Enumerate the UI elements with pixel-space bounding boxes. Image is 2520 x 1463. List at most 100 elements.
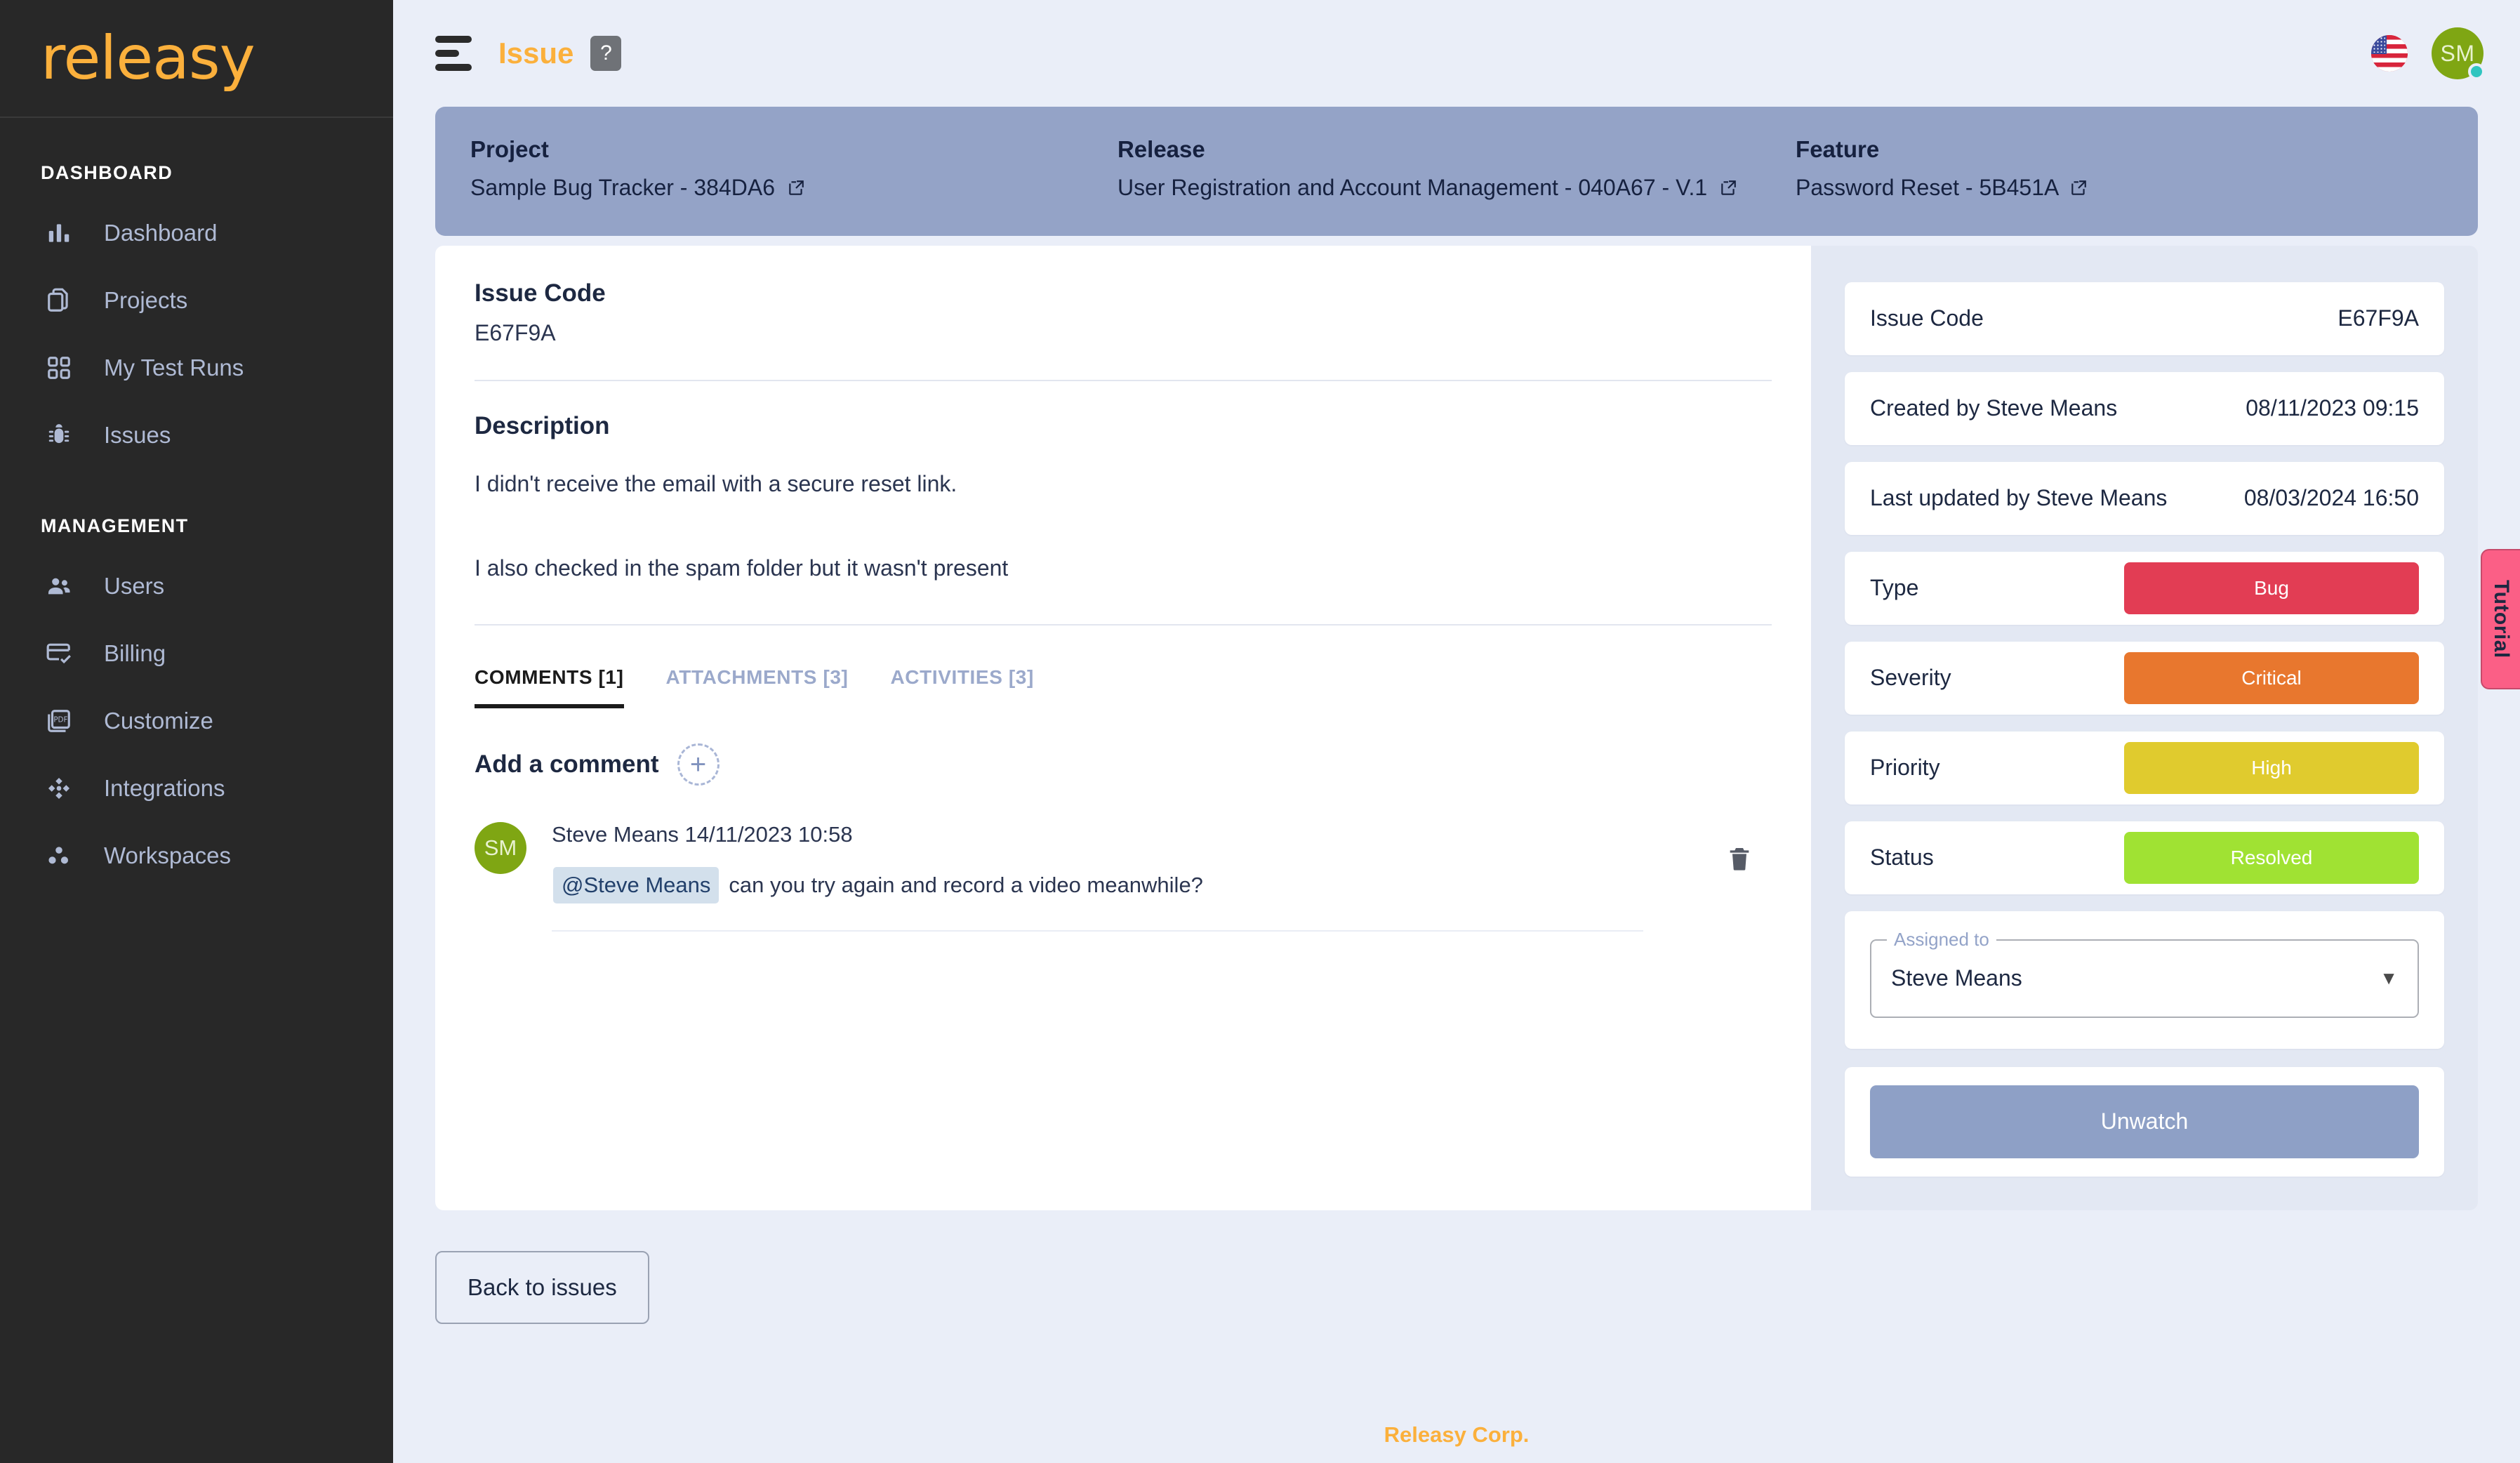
- workspaces-icon: [44, 840, 74, 871]
- chevron-down-icon[interactable]: ▼: [2380, 967, 2398, 989]
- add-comment-label: Add a comment: [475, 750, 659, 778]
- sidebar-item-issues[interactable]: Issues: [0, 402, 393, 469]
- sidebar-item-label: Workspaces: [104, 842, 231, 868]
- flag-canton: [2371, 35, 2387, 54]
- meta-value: 08/03/2024 16:50: [2243, 485, 2419, 511]
- severity-badge[interactable]: Critical: [2124, 651, 2419, 704]
- integrations-icon: [44, 773, 74, 804]
- breadcrumb-release-text: User Registration and Account Management…: [1117, 175, 1708, 200]
- breadcrumb-project: Project Sample Bug Tracker - 384DA6: [470, 136, 1118, 204]
- sidebar-item-projects[interactable]: Projects: [0, 267, 393, 334]
- comment-item: SM Steve Means 14/11/2023 10:58 @Steve M…: [475, 821, 1772, 932]
- sidebar-nav-management: Users Billing PDF Customize Integrations: [0, 552, 393, 889]
- brand-logo[interactable]: releasy: [0, 0, 393, 118]
- priority-badge[interactable]: High: [2124, 741, 2419, 794]
- sidebar: releasy DASHBOARD Dashboard Projects My …: [0, 0, 393, 1463]
- tab-activities[interactable]: ACTIVITIES [3]: [890, 666, 1033, 708]
- breadcrumb-release-value: User Registration and Account Management…: [1118, 173, 1768, 204]
- issue-tabs: COMMENTS [1] ATTACHMENTS [3] ACTIVITIES …: [475, 666, 1772, 708]
- breadcrumb: Project Sample Bug Tracker - 384DA6 Rele…: [435, 107, 2478, 236]
- meta-label: Priority: [1870, 755, 1940, 781]
- type-badge[interactable]: Bug: [2124, 562, 2419, 614]
- external-link-icon[interactable]: [1719, 179, 1737, 197]
- tab-attachments[interactable]: ATTACHMENTS [3]: [666, 666, 849, 708]
- documents-icon: [44, 285, 74, 316]
- add-comment-button[interactable]: +: [677, 743, 719, 786]
- watch-card: Unwatch: [1845, 1066, 2444, 1177]
- main-area: Issue ? SM Project Sample Bug Tracker - …: [393, 0, 2520, 1463]
- topbar: Issue ? SM: [393, 0, 2520, 107]
- issue-body: Issue Code E67F9A Description I didn't r…: [435, 245, 2478, 1210]
- menu-toggle-icon[interactable]: [435, 36, 472, 71]
- sidebar-item-my-test-runs[interactable]: My Test Runs: [0, 334, 393, 402]
- sidebar-item-integrations[interactable]: Integrations: [0, 755, 393, 822]
- breadcrumb-project-value: Sample Bug Tracker - 384DA6: [470, 173, 1089, 204]
- comment-avatar: SM: [475, 821, 526, 874]
- credit-card-check-icon: [44, 638, 74, 669]
- sidebar-item-customize[interactable]: PDF Customize: [0, 687, 393, 755]
- meta-row-priority: Priority High: [1845, 731, 2444, 805]
- breadcrumb-feature-label: Feature: [1796, 136, 1880, 162]
- description-line-1: I didn't receive the email with a secure…: [475, 470, 957, 496]
- assigned-to-select[interactable]: Assigned to Steve Means ▼: [1870, 928, 2419, 1018]
- hamburger-line: [435, 36, 472, 43]
- unwatch-button[interactable]: Unwatch: [1870, 1085, 2419, 1158]
- avatar[interactable]: SM: [2432, 27, 2485, 80]
- assigned-to-card: Assigned to Steve Means ▼: [1845, 911, 2444, 1049]
- divider: [475, 623, 1772, 625]
- breadcrumb-feature-value: Password Reset - 5B451A: [1796, 173, 2415, 204]
- external-link-icon[interactable]: [2069, 179, 2088, 197]
- meta-row-type: Type Bug: [1845, 551, 2444, 625]
- meta-value: 08/11/2023 09:15: [2246, 395, 2419, 421]
- description-line-2: I also checked in the spam folder but it…: [475, 555, 1009, 581]
- breadcrumb-feature: Feature Password Reset - 5B451A: [1796, 136, 2443, 204]
- breadcrumb-feature-text: Password Reset - 5B451A: [1796, 175, 2058, 200]
- page-title: Issue: [498, 37, 574, 69]
- help-icon[interactable]: ?: [590, 36, 622, 71]
- sidebar-item-dashboard[interactable]: Dashboard: [0, 199, 393, 267]
- comment-meta: Steve Means 14/11/2023 10:58: [552, 821, 853, 847]
- comment-text-row: @Steve Means can you try again and recor…: [552, 866, 1772, 903]
- us-flag-icon[interactable]: [2371, 35, 2408, 72]
- meta-label: Severity: [1870, 665, 1951, 691]
- sidebar-item-label: My Test Runs: [104, 355, 244, 380]
- sidebar-nav-dashboard: Dashboard Projects My Test Runs Issues: [0, 199, 393, 469]
- assigned-to-value: Steve Means: [1891, 965, 2022, 991]
- topbar-right: SM: [2371, 27, 2485, 80]
- sidebar-item-label: Customize: [104, 708, 213, 734]
- grid-icon: [44, 352, 74, 383]
- sidebar-item-label: Integrations: [104, 775, 225, 801]
- people-icon: [44, 571, 74, 602]
- comment-mention[interactable]: @Steve Means: [553, 866, 719, 903]
- meta-row-issue-code: Issue Code E67F9A: [1845, 282, 2444, 355]
- bug-icon: [44, 420, 74, 451]
- trash-icon[interactable]: [1725, 843, 1753, 874]
- tutorial-tab[interactable]: Tutorial: [2481, 549, 2520, 689]
- meta-row-status: Status Resolved: [1845, 821, 2444, 894]
- comment-text: can you try again and record a video mea…: [729, 872, 1203, 897]
- sidebar-item-label: Dashboard: [104, 220, 218, 246]
- sidebar-item-label: Billing: [104, 640, 166, 666]
- meta-label: Status: [1870, 845, 1934, 870]
- sidebar-item-label: Users: [104, 573, 165, 599]
- meta-value: E67F9A: [2337, 305, 2419, 331]
- footer: Releasy Corp.: [435, 1422, 2478, 1463]
- assigned-to-field[interactable]: Assigned to Steve Means ▼: [1870, 928, 2419, 1018]
- sidebar-item-workspaces[interactable]: Workspaces: [0, 822, 393, 889]
- meta-label: Last updated by Steve Means: [1870, 485, 2168, 511]
- tab-comments[interactable]: COMMENTS [1]: [475, 666, 624, 708]
- app-root: releasy DASHBOARD Dashboard Projects My …: [0, 0, 2520, 1463]
- external-link-icon[interactable]: [787, 179, 805, 197]
- description-block: Description I didn't receive the email w…: [475, 412, 1772, 585]
- assigned-to-label: Assigned to: [1887, 928, 1996, 951]
- sidebar-item-users[interactable]: Users: [0, 552, 393, 620]
- description-label: Description: [475, 411, 610, 439]
- sidebar-section-dashboard-title: DASHBOARD: [41, 162, 173, 183]
- status-badge[interactable]: Resolved: [2124, 831, 2419, 884]
- back-to-issues-button[interactable]: Back to issues: [435, 1250, 649, 1324]
- sidebar-item-billing[interactable]: Billing: [0, 620, 393, 687]
- comment-divider: [552, 929, 1643, 932]
- hamburger-line: [435, 64, 472, 71]
